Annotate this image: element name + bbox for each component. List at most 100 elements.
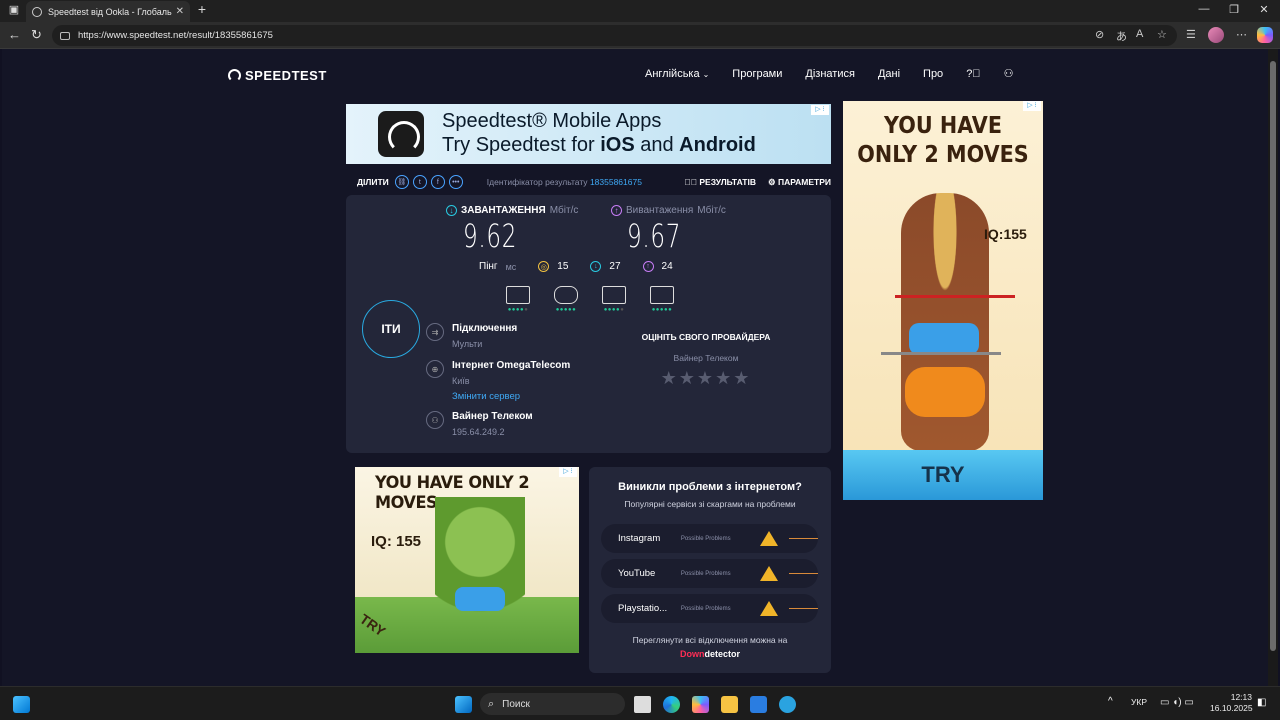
link-icon[interactable]: ⛓ [394,175,409,189]
close-tab-icon[interactable]: ✕ [176,6,184,17]
favorite-star-icon[interactable]: ☆ [1157,28,1167,41]
service-quality-icons: ●●●●● ●●●●● ●●●●● ●●●●● [505,286,675,313]
nav-language[interactable]: Англійська ⌄ [645,68,709,80]
clock[interactable]: 12:13 16.10.2025 [1210,692,1253,714]
taskbar-search[interactable]: ⌕ Поиск [480,693,625,715]
more-share-icon[interactable]: ••• [448,175,463,189]
start-icon[interactable] [455,696,472,713]
nav-apps[interactable]: Програми [732,68,782,80]
logo-text: SPEEDTEST [245,68,327,83]
ping-idle-value: 15 [557,261,569,272]
game-ad-small[interactable]: YOU HAVE ONLY 2 MOVES IQ: 155 TRY ▷ ⁝ [355,467,579,653]
widgets-icon[interactable] [13,696,30,713]
nav-data[interactable]: Дані [878,68,900,80]
task-view-icon[interactable] [634,696,651,713]
language-indicator[interactable]: УКР [1131,697,1147,707]
close-window-icon[interactable]: ✕ [1254,3,1274,16]
facebook-icon[interactable]: f [430,175,445,189]
favorites-icon[interactable]: ☰ [1186,28,1196,41]
globe-icon: ⊕ [426,360,444,378]
result-panel: ↓ ЗАВАНТАЖЕННЯ Мбіт/с 9.62 ↑ Вивантаження… [346,195,831,453]
translate-icon[interactable]: あ [1116,28,1127,44]
gaming-quality[interactable]: ●●●●● [553,286,579,313]
ping-label: Пінг [479,261,498,272]
copilot-taskbar-icon[interactable] [692,696,709,713]
adchoices-icon[interactable]: ▷ ⁝ [811,105,829,115]
refresh-icon[interactable]: ↻ [31,27,42,43]
problem-row-youtube[interactable]: YouTube Possible Problems [601,559,818,588]
adchoices-icon[interactable]: ▷ ⁝ [559,467,577,477]
tray-chevron-icon[interactable]: ^ [1108,696,1113,707]
tab-actions-icon[interactable]: ▣ [4,3,24,16]
server-info: ⊕ Інтернет OmegaTelecom Київ Змінити серве… [426,360,570,402]
new-tab-icon[interactable]: + [192,1,212,17]
browser-tab-strip: ▣ Speedtest від Ookla - Глобальний тест … [0,0,1280,22]
url-field[interactable]: https://www.speedtest.net/result/1835586… [52,25,1177,46]
minimize-icon[interactable]: — [1194,3,1214,15]
browser-tab[interactable]: Speedtest від Ookla - Глобальний тест шв… [26,1,190,22]
rate-title: ОЦІНІТЬ СВОГО ПРОВАЙДЕРА [641,332,771,342]
notification-icon[interactable]: ◧ [1257,697,1266,708]
read-aloud-icon[interactable]: A [1136,28,1143,40]
page-scrollbar[interactable] [1268,49,1278,686]
tracking-icon[interactable]: ⊘ [1095,28,1104,41]
taskbar: ⌕ Поиск ^ УКР ▭ ◖) ▭ 12:13 16.10.2025 ◧ [0,686,1280,720]
change-server-link[interactable]: Змінити сервер [452,391,570,402]
downdetector-link[interactable]: Downdetector [589,649,831,659]
video-call-quality[interactable]: ●●●●● [649,286,675,313]
search-icon: ⌕ [488,697,495,710]
ping-row: Пінг мс ◎ 15 ↓ 27 ↑ 24 [479,261,673,272]
top-nav: Англійська ⌄ Програми Дізнатися Дані Про … [645,67,1014,81]
ad-iq: IQ:155 [984,226,1027,242]
result-id-link[interactable]: 18355861675 [590,177,642,187]
results-button[interactable]: ✓⃝ РЕЗУЛЬТАТІВ [684,177,756,188]
problem-row-playstation[interactable]: Playstatio... Possible Problems [601,594,818,623]
twitter-icon[interactable]: t [412,175,427,189]
speedtest-favicon-icon [32,6,42,17]
problems-subtitle: Популярні сервіси зі скаргами на проблем… [624,499,796,509]
edge-icon[interactable] [663,696,680,713]
speedtest-logo[interactable]: SPEEDTEST [228,68,327,83]
nav-about[interactable]: Про [923,68,943,80]
rating-stars[interactable]: ★★★★★ [606,368,806,389]
url-text: https://www.speedtest.net/result/1835586… [78,30,273,41]
profile-avatar[interactable] [1208,27,1224,43]
browsing-quality[interactable]: ●●●●● [505,286,531,313]
share-bar: ДІЛИТИ ⛓ t f ••• Ідентифікатор результат… [357,174,831,190]
share-label: ДІЛИТИ [357,177,389,187]
store-icon[interactable] [750,696,767,713]
address-bar-row: ← ↻ https://www.speedtest.net/result/183… [0,22,1280,49]
ad-line1: Speedtest® Mobile Apps [442,110,662,132]
upload-arrow-icon: ↑ [611,205,622,216]
more-menu-icon[interactable]: ⋯ [1236,28,1247,41]
connection-info: ⇉ Підключення Мульти [426,323,517,349]
ad-try-button[interactable]: TRY [843,450,1043,500]
ping-down-value: 27 [609,261,621,272]
game-ad-large[interactable]: YOU HAVE ONLY 2 MOVES IQ:155 TRY ▷ ⁝ [843,101,1043,500]
ping-idle-icon: ◎ [538,261,550,272]
user-icon[interactable]: ⚇ [1004,67,1014,80]
nav-learn[interactable]: Дізнатися [805,68,855,80]
telegram-icon[interactable] [779,696,796,713]
connections-icon: ⇉ [426,323,444,341]
streaming-quality[interactable]: ●●●●● [601,286,627,313]
mobile-apps-ad[interactable]: Speedtest® Mobile Apps Try Speedtest for… [346,104,831,164]
adchoices-icon[interactable]: ▷ ⁝ [1023,101,1041,111]
browser-window-icon [506,286,530,304]
video-play-icon [602,286,626,304]
person-icon: ⚇ [426,411,444,429]
ad-try: TRY [356,610,389,640]
ad-line2: Try Speedtest for iOS and Android [442,134,756,156]
file-explorer-icon[interactable] [721,696,738,713]
go-button[interactable]: ІТИ [362,300,420,358]
gauge-icon [228,69,241,82]
back-icon[interactable]: ← [8,27,21,42]
maximize-icon[interactable]: ❐ [1224,3,1244,16]
settings-button[interactable]: ⚙ ПАРАМЕТРИ [768,177,831,188]
copilot-icon[interactable] [1257,27,1273,43]
network-volume-battery-icons[interactable]: ▭ ◖) ▭ [1160,697,1194,708]
help-icon[interactable]: ?⃝ [966,68,980,80]
speedtest-app-icon [378,111,424,157]
problem-row-instagram[interactable]: Instagram Possible Problems [601,524,818,553]
download-value: 9.62 [463,217,518,255]
